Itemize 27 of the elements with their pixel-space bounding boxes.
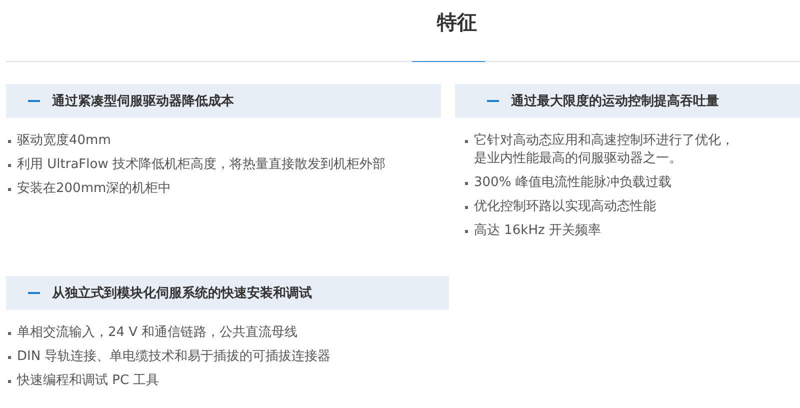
bullet-icon [8, 164, 11, 167]
feature-text: 它针对高动态应用和高速控制环进行了优化，是业内性能最高的伺服驱动器之一。 [474, 132, 735, 168]
section-header[interactable]: 从独立式到模块化伺服系统的快速安装和调试 [6, 276, 449, 310]
section-header[interactable]: 通过最大限度的运动控制提高吞吐量 [455, 84, 800, 118]
feature-text: 300% 峰值电流性能脉冲负载过载 [474, 174, 672, 192]
bullet-icon [8, 188, 11, 191]
section-heading: 通过最大限度的运动控制提高吞吐量 [511, 92, 719, 110]
feature-text: 安装在200mm深的机柜中 [17, 180, 172, 198]
feature-text: 单相交流输入，24 V 和通信链路，公共直流母线 [17, 324, 298, 342]
section-heading: 从独立式到模块化伺服系统的快速安装和调试 [52, 284, 312, 302]
section-header[interactable]: 通过紧凑型伺服驱动器降低成本 [6, 84, 441, 118]
feature-text: 优化控制环路以实现高动态性能 [474, 198, 656, 216]
section-heading: 通过紧凑型伺服驱动器降低成本 [52, 93, 234, 110]
bullet-icon [465, 140, 468, 143]
bullet-icon [8, 380, 11, 383]
bullet-icon [465, 230, 468, 233]
feature-text: 利用 UltraFlow 技术降低机柜高度，将热量直接散发到机柜外部 [17, 156, 386, 174]
bullet-icon [465, 206, 468, 209]
bullet-icon [8, 140, 11, 143]
bullet-icon [8, 332, 11, 335]
bullet-icon [8, 356, 11, 359]
bullet-icon [465, 182, 468, 185]
feature-text: 驱动宽度40mm [17, 132, 111, 150]
feature-text: DIN 导轨连接、单电缆技术和易于插拔的可插拔连接器 [17, 348, 331, 366]
page-title: 特征 [436, 9, 478, 36]
feature-text: 高达 16kHz 开关频率 [474, 222, 601, 240]
feature-text: 快速编程和调试 PC 工具 [17, 372, 160, 390]
